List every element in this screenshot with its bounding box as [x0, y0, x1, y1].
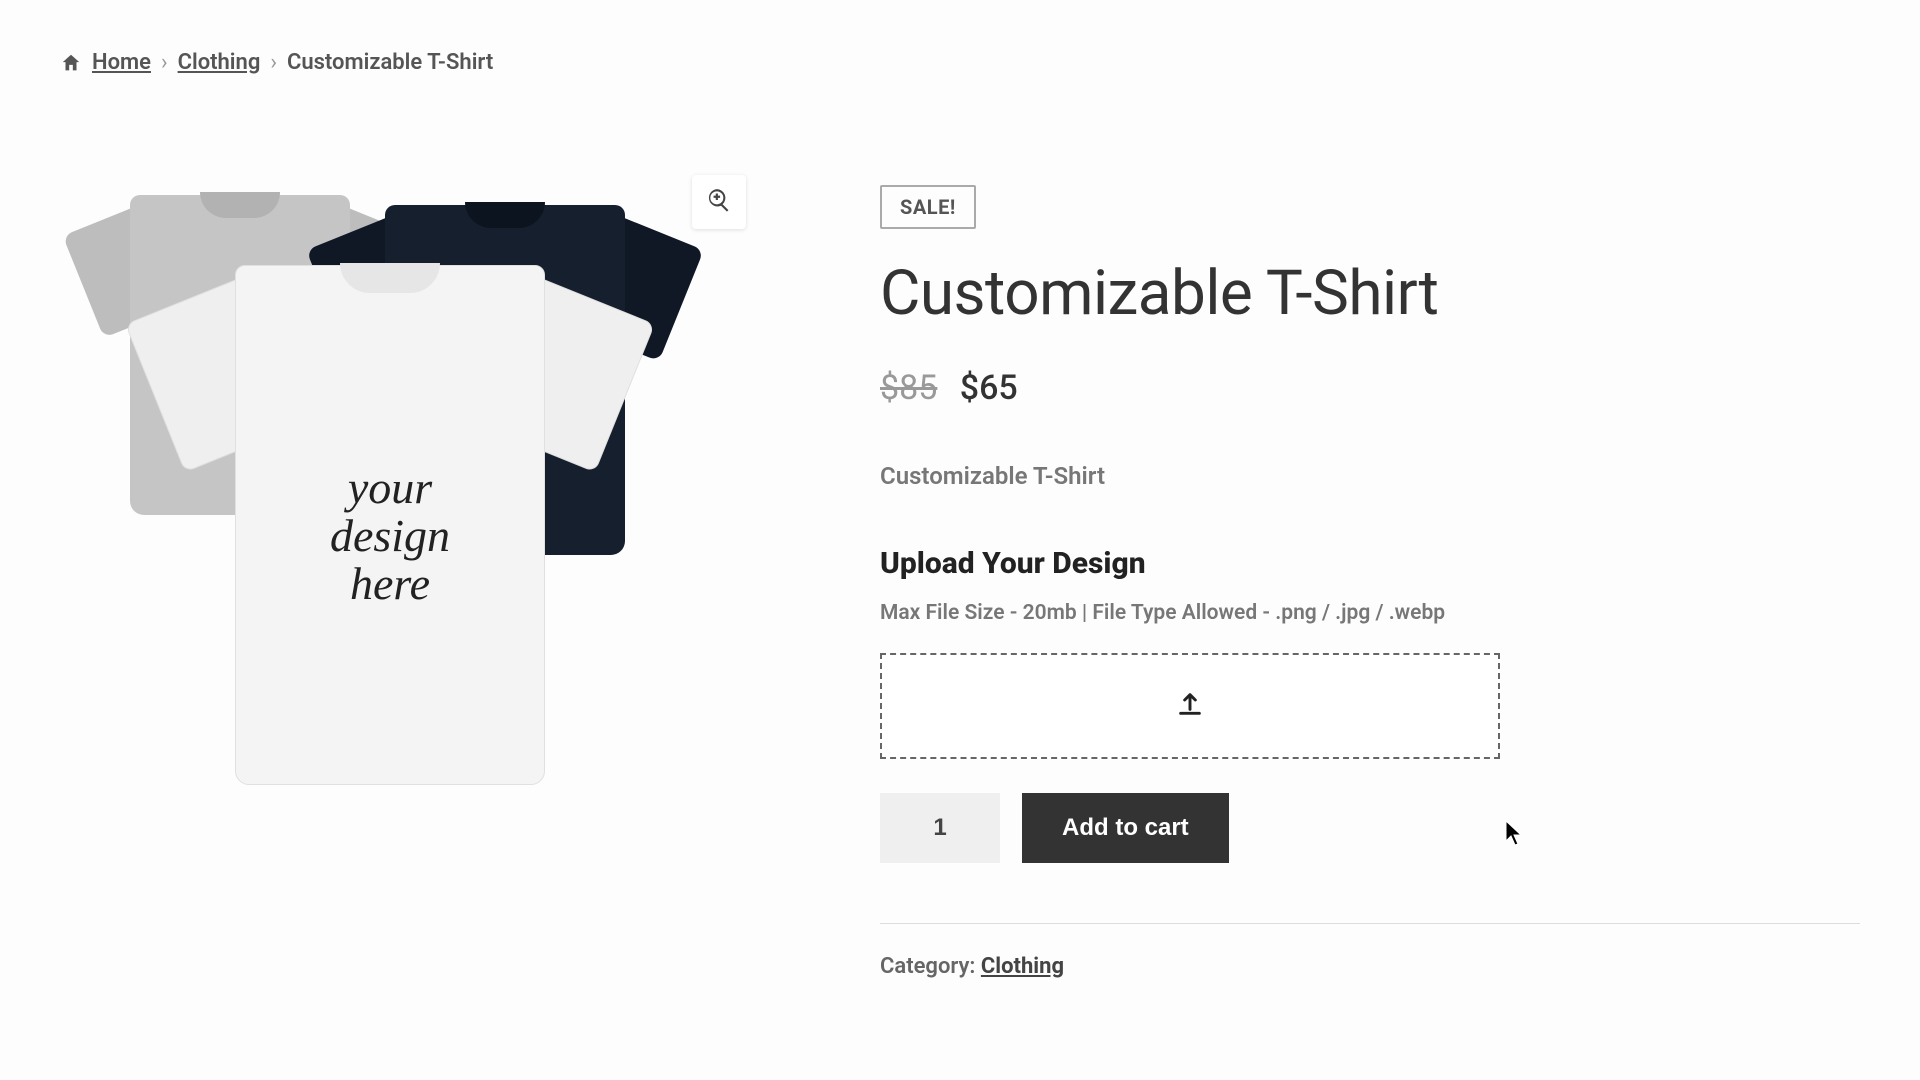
home-icon [60, 52, 82, 74]
product-price: $85 $65 [880, 368, 1860, 408]
cart-row: Add to cart [880, 793, 1860, 863]
sale-badge: SALE! [880, 185, 976, 229]
upload-hint: Max File Size - 20mb | File Type Allowed… [880, 601, 1860, 625]
breadcrumb-current: Customizable T-Shirt [287, 50, 493, 75]
divider [880, 923, 1860, 924]
category-label: Category: [880, 954, 981, 979]
upload-dropzone[interactable] [880, 653, 1500, 759]
breadcrumb-home-link[interactable]: Home [92, 50, 151, 75]
product-details: SALE! Customizable T-Shirt $85 $65 Custo… [880, 185, 1860, 979]
upload-heading: Upload Your Design [880, 546, 1860, 581]
upload-icon [1174, 688, 1206, 724]
product-image[interactable]: your design your design your design here [60, 185, 760, 805]
add-to-cart-button[interactable]: Add to cart [1022, 793, 1229, 863]
price-original: $85 [880, 368, 937, 408]
category-link[interactable]: Clothing [981, 954, 1064, 979]
product-title: Customizable T-Shirt [880, 257, 1860, 330]
breadcrumb: Home › Clothing › Customizable T-Shirt [60, 0, 1860, 105]
breadcrumb-category-link[interactable]: Clothing [178, 50, 261, 75]
product-gallery: your design your design your design here [60, 185, 760, 979]
price-sale: $65 [960, 368, 1018, 408]
short-description: Customizable T-Shirt [880, 462, 1860, 490]
product-layout: your design your design your design here… [60, 105, 1860, 979]
chevron-right-icon: › [161, 50, 168, 75]
chevron-right-icon: › [270, 50, 277, 75]
product-category: Category: Clothing [880, 954, 1860, 979]
tshirt-white: your design here [170, 265, 610, 795]
quantity-input[interactable] [880, 793, 1000, 863]
